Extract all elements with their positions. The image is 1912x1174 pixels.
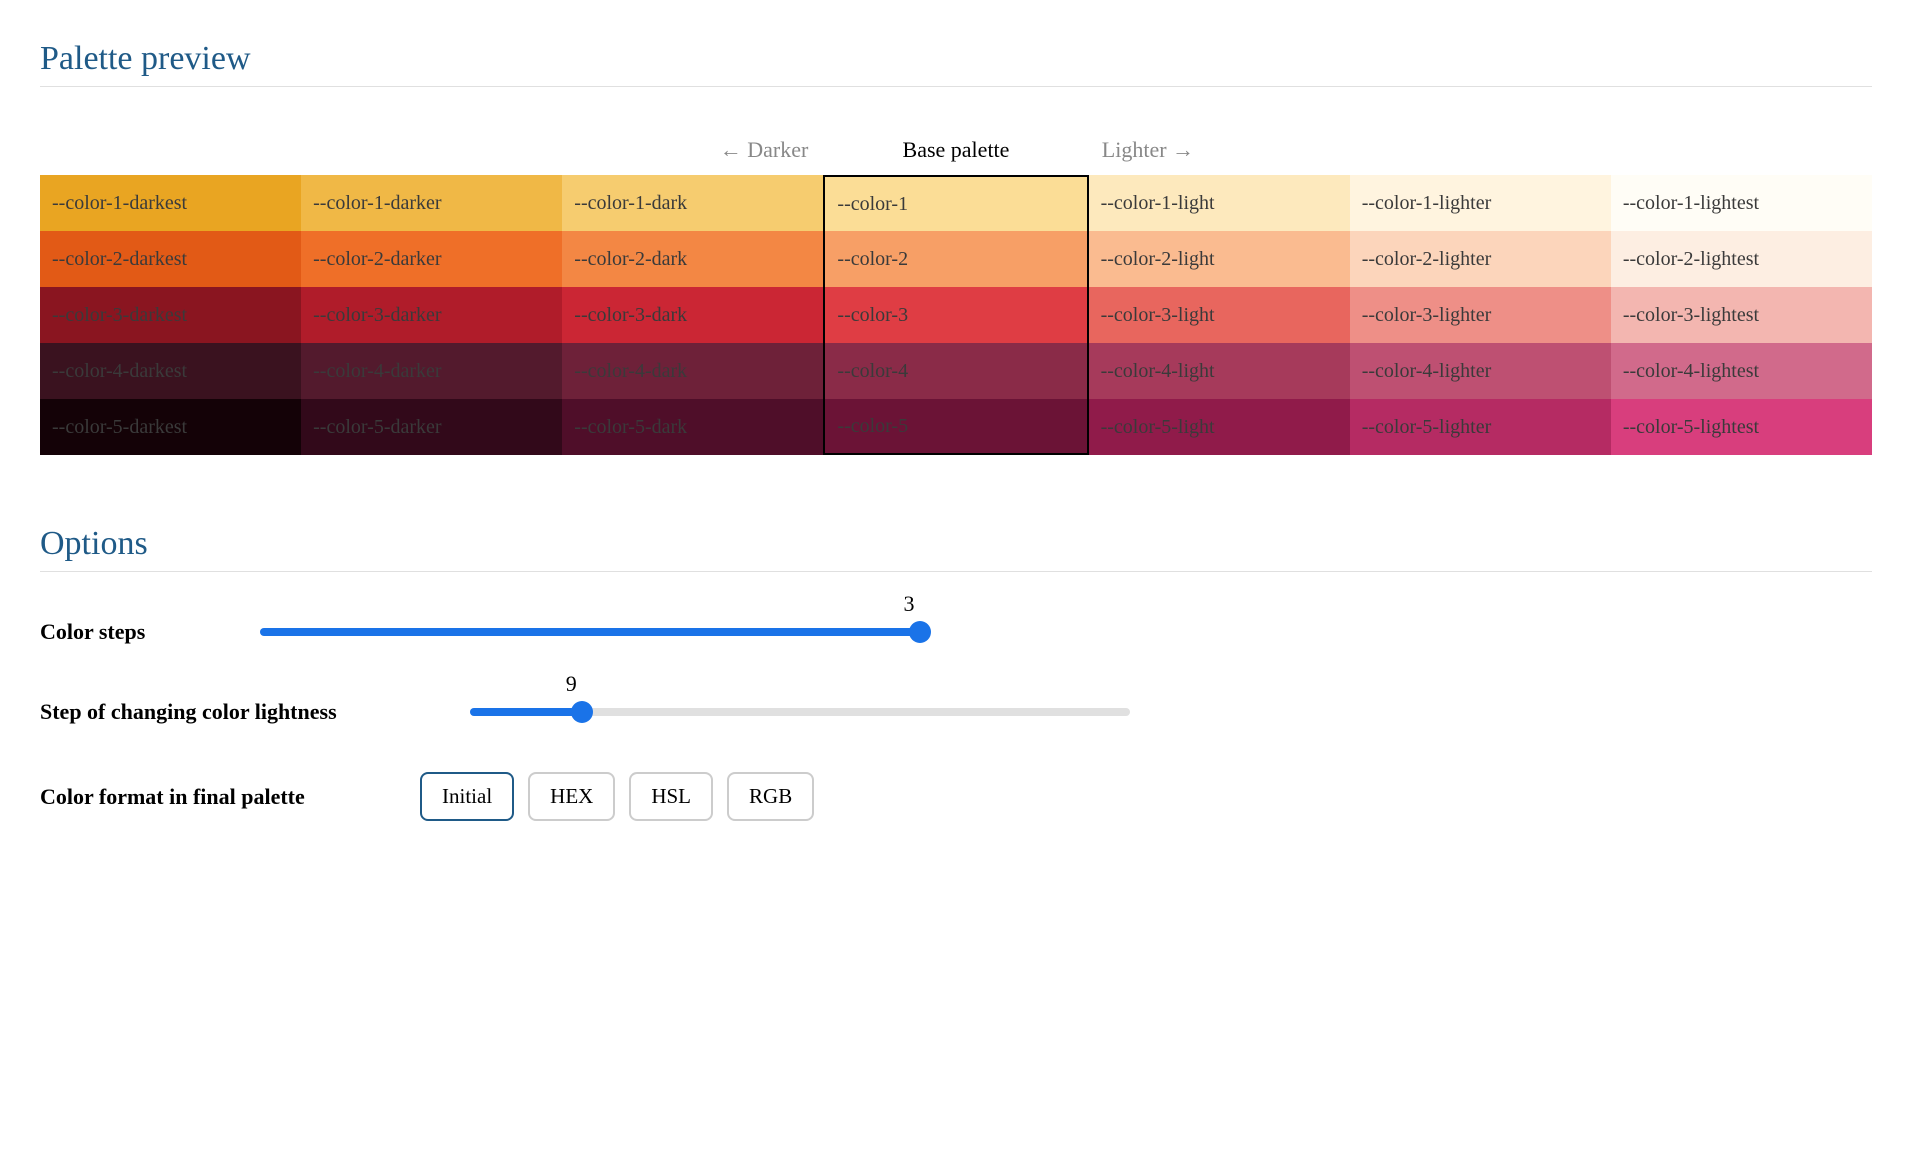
palette-table: --color-1-darkest--color-1-darker--color… (40, 175, 1872, 455)
palette-swatch[interactable]: --color-4-lightest (1611, 343, 1872, 399)
palette-swatch[interactable]: --color-4-dark (562, 343, 823, 399)
palette-swatch[interactable]: --color-2-lightest (1611, 231, 1872, 287)
format-option-rgb[interactable]: RGB (727, 772, 814, 821)
color-format-row: Color format in final palette Initial HEX… (40, 772, 1872, 821)
palette-row: --color-3-darkest--color-3-darker--color… (40, 287, 1872, 343)
palette-swatch[interactable]: --color-4-darkest (40, 343, 301, 399)
header-lighter-label: Lighter → (1052, 137, 1244, 163)
options-section: Options Color steps 3 Step of changing c… (40, 525, 1872, 821)
lightness-step-label: Step of changing color lightness (40, 699, 470, 725)
palette-swatch[interactable]: --color-5-darkest (40, 399, 301, 455)
palette-swatch[interactable]: --color-5-darker (301, 399, 562, 455)
palette-swatch[interactable]: --color-3-light (1089, 287, 1350, 343)
palette-swatch[interactable]: --color-1 (823, 175, 1088, 231)
format-option-hsl[interactable]: HSL (629, 772, 713, 821)
palette-swatch[interactable]: --color-4-darker (301, 343, 562, 399)
color-format-label: Color format in final palette (40, 784, 420, 810)
palette-swatch[interactable]: --color-3 (823, 287, 1088, 343)
palette-swatch[interactable]: --color-2 (823, 231, 1088, 287)
options-divider (40, 571, 1872, 572)
palette-header-row: ← Darker Base palette Lighter → (40, 137, 1872, 163)
palette-swatch[interactable]: --color-2-light (1089, 231, 1350, 287)
palette-swatch[interactable]: --color-1-dark (562, 175, 823, 231)
color-steps-slider[interactable]: 3 (260, 612, 920, 652)
palette-swatch[interactable]: --color-5-light (1089, 399, 1350, 455)
palette-swatch[interactable]: --color-2-lighter (1350, 231, 1611, 287)
palette-swatch[interactable]: --color-4-lighter (1350, 343, 1611, 399)
palette-swatch[interactable]: --color-1-darkest (40, 175, 301, 231)
palette-swatch[interactable]: --color-1-darker (301, 175, 562, 231)
options-title: Options (40, 525, 1872, 563)
palette-swatch[interactable]: --color-1-lighter (1350, 175, 1611, 231)
palette-swatch[interactable]: --color-3-lighter (1350, 287, 1611, 343)
color-steps-row: Color steps 3 (40, 612, 1872, 652)
lightness-step-row: Step of changing color lightness 9 (40, 692, 1872, 732)
palette-swatch[interactable]: --color-3-lightest (1611, 287, 1872, 343)
format-option-initial[interactable]: Initial (420, 772, 514, 821)
palette-row: --color-4-darkest--color-4-darker--color… (40, 343, 1872, 399)
color-steps-value: 3 (904, 591, 915, 617)
lightness-step-slider[interactable]: 9 (470, 692, 1130, 732)
header-darker-label: ← Darker (668, 137, 860, 163)
color-steps-label: Color steps (40, 619, 220, 645)
lightness-step-value: 9 (566, 671, 577, 697)
palette-preview-section: Palette preview ← Darker Base palette Li… (40, 40, 1872, 455)
palette-swatch[interactable]: --color-5 (823, 399, 1088, 455)
palette-swatch[interactable]: --color-2-darkest (40, 231, 301, 287)
preview-divider (40, 86, 1872, 87)
palette-row: --color-5-darkest--color-5-darker--color… (40, 399, 1872, 455)
preview-title: Palette preview (40, 40, 1872, 78)
palette-swatch[interactable]: --color-3-darker (301, 287, 562, 343)
palette-swatch[interactable]: --color-5-lightest (1611, 399, 1872, 455)
palette-swatch[interactable]: --color-2-dark (562, 231, 823, 287)
palette-swatch[interactable]: --color-1-lightest (1611, 175, 1872, 231)
palette-swatch[interactable]: --color-3-darkest (40, 287, 301, 343)
format-option-hex[interactable]: HEX (528, 772, 615, 821)
palette-swatch[interactable]: --color-2-darker (301, 231, 562, 287)
palette-swatch[interactable]: --color-4 (823, 343, 1088, 399)
palette-swatch[interactable]: --color-5-lighter (1350, 399, 1611, 455)
palette-swatch[interactable]: --color-3-dark (562, 287, 823, 343)
palette-swatch[interactable]: --color-5-dark (562, 399, 823, 455)
palette-swatch[interactable]: --color-1-light (1089, 175, 1350, 231)
header-base-label: Base palette (860, 137, 1052, 163)
color-format-group: Initial HEX HSL RGB (420, 772, 814, 821)
palette-swatch[interactable]: --color-4-light (1089, 343, 1350, 399)
palette-row: --color-2-darkest--color-2-darker--color… (40, 231, 1872, 287)
palette-row: --color-1-darkest--color-1-darker--color… (40, 175, 1872, 231)
